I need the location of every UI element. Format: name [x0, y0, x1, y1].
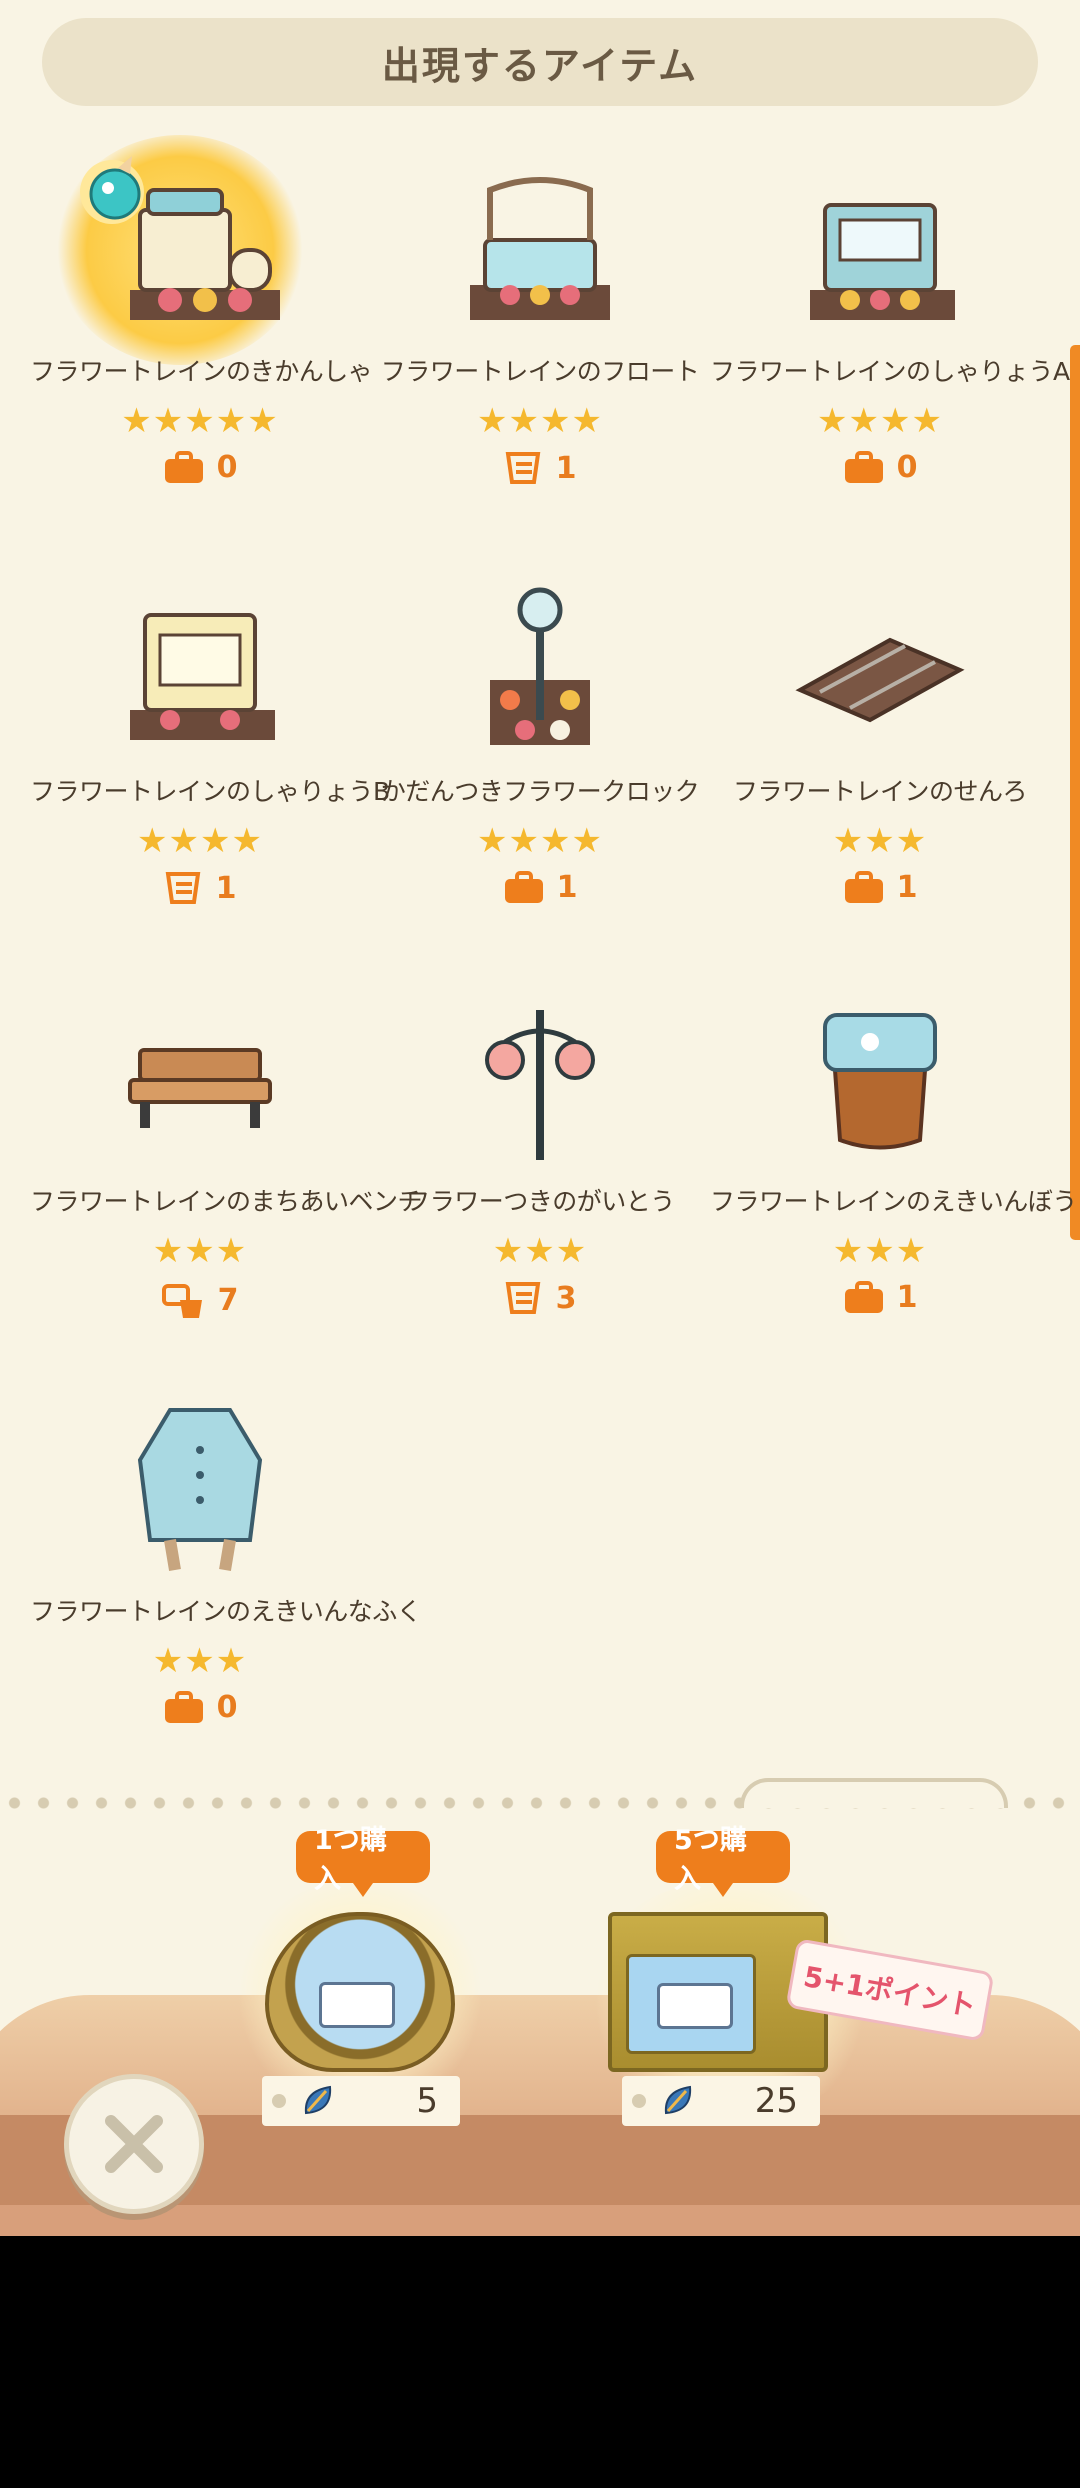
item-count: 1: [370, 450, 710, 486]
item-name: フラワートレインのしゃりょうA: [710, 357, 1070, 386]
item-count: 0: [710, 450, 1050, 485]
item-count-value: 1: [215, 870, 237, 906]
stand-icon: [505, 1282, 540, 1314]
item-count: 7: [30, 1280, 370, 1320]
rarity-stars: ★★★: [832, 1231, 928, 1271]
cookie-contents-screen: 出現するアイテム フラワートレインのきかんしゃ ★★★★★ 0 フラワートレイン…: [0, 0, 1080, 2236]
bag-icon: [504, 870, 543, 903]
single-price-chip[interactable]: 5: [262, 2076, 460, 2126]
bundle-price: 25: [754, 2081, 798, 2121]
rarity-stars: ★★★★: [477, 401, 603, 441]
rarity-stars: ★★★★★: [121, 401, 279, 441]
chip-dot: [632, 2094, 646, 2108]
item-card[interactable]: フラワートレインのえきいんなふく ★★★ 0: [30, 1400, 422, 1725]
header-title-pill: 出現するアイテム: [42, 18, 1038, 106]
item-name: フラワートレインのフロート: [380, 357, 700, 386]
single-price: 5: [416, 2081, 438, 2121]
street-lamp-image: [450, 990, 630, 1170]
item-name: フラワートレインのせんろ: [732, 777, 1028, 806]
divider-tab: [740, 1778, 1008, 1808]
flower-clock-image: [450, 580, 630, 760]
item-count-value: 1: [555, 450, 577, 486]
item-card[interactable]: フラワートレインのしゃりょうB ★★★★ 1: [30, 580, 390, 906]
bag-icon: [844, 450, 883, 483]
item-card[interactable]: かだんつきフラワークロック ★★★★ 1: [370, 580, 710, 905]
buy-one-label: 1つ購入: [314, 1825, 387, 1895]
chip-dot: [272, 2094, 286, 2108]
item-count-value: 1: [896, 1280, 918, 1315]
item-name: フラワートレインのえきいんなふく: [30, 1597, 422, 1626]
item-count: 3: [370, 1280, 710, 1316]
item-card[interactable]: フラワートレインのしゃりょうA ★★★★ 0: [710, 160, 1070, 485]
scrollbar[interactable]: [1070, 345, 1080, 1240]
item-count: 1: [30, 870, 370, 906]
item-name: フラワートレインのしゃりょうB: [30, 777, 390, 806]
train-icon: [319, 1982, 395, 2028]
stand-icon: [505, 452, 540, 484]
train-icon: [657, 1983, 733, 2029]
item-card[interactable]: フラワートレインのまちあいベンチ ★★★ 7: [30, 990, 423, 1320]
buy-five-button[interactable]: 5つ購入: [656, 1825, 790, 1897]
station-cap-image: [790, 990, 970, 1170]
bundle-price-chip[interactable]: 25: [622, 2076, 820, 2126]
bag-icon: [164, 450, 203, 483]
leaf-ticket-icon: [664, 2085, 692, 2115]
item-count: 1: [370, 870, 710, 905]
stand-icon: [165, 872, 200, 904]
item-count: 1: [710, 1280, 1050, 1315]
rarity-stars: ★★★: [492, 1231, 588, 1271]
item-count-value: 0: [216, 450, 238, 485]
carriage-b-image: [110, 580, 290, 760]
item-count-value: 1: [556, 870, 578, 905]
item-name: かだんつきフラワークロック: [380, 777, 700, 806]
buy-five-label: 5つ購入: [674, 1825, 747, 1895]
bag-icon: [844, 870, 883, 903]
item-name: フラワートレインのまちあいベンチ: [30, 1187, 423, 1216]
item-card[interactable]: フラワートレインのせんろ ★★★ 1: [710, 580, 1050, 905]
rarity-stars: ★★★: [152, 1641, 248, 1681]
close-button[interactable]: [64, 2074, 204, 2214]
item-count: 1: [710, 870, 1050, 905]
counter-base: [0, 2205, 1080, 2236]
rarity-stars: ★★★★: [137, 821, 263, 861]
item-count-value: 3: [555, 1280, 577, 1316]
rarity-stars: ★★★: [832, 821, 928, 861]
bag-icon: [164, 1690, 203, 1723]
page-title: 出現するアイテム: [381, 43, 699, 88]
item-count: 0: [30, 1690, 370, 1725]
character-badge-icon: [70, 148, 156, 228]
rarity-stars: ★★★: [152, 1231, 248, 1271]
item-name: フラワーつきのがいとう: [405, 1187, 675, 1216]
close-icon: [105, 2115, 163, 2173]
float-image: [450, 160, 630, 340]
carriage-a-image: [790, 160, 970, 340]
item-name: フラワートレインのきかんしゃ: [30, 357, 373, 386]
box-window: [626, 1954, 756, 2054]
item-count: 0: [30, 450, 370, 485]
bench-image: [110, 990, 290, 1170]
rarity-stars: ★★★★: [477, 821, 603, 861]
item-count-value: 0: [896, 450, 918, 485]
buy-one-button[interactable]: 1つ購入: [296, 1825, 430, 1897]
item-card[interactable]: フラワートレインのえきいんぼうし ★★★ 1: [710, 990, 1080, 1315]
item-card[interactable]: フラワートレインのフロート ★★★★ 1: [370, 160, 710, 486]
item-card[interactable]: フラワーつきのがいとう ★★★ 3: [370, 990, 710, 1316]
bonus-points-label: 5+1ポイント: [800, 1960, 979, 2023]
item-name: フラワートレインのえきいんぼうし: [710, 1187, 1080, 1216]
bag-icon: [844, 1280, 883, 1313]
station-uniform-image: [110, 1400, 290, 1580]
rarity-stars: ★★★★: [817, 401, 943, 441]
leaf-ticket-icon: [304, 2085, 332, 2115]
item-count-value: 7: [217, 1282, 239, 1318]
item-count-value: 1: [896, 870, 918, 905]
item-count-value: 0: [216, 1690, 238, 1725]
bag-stand-icon: [161, 1284, 202, 1318]
rails-image: [790, 580, 970, 760]
